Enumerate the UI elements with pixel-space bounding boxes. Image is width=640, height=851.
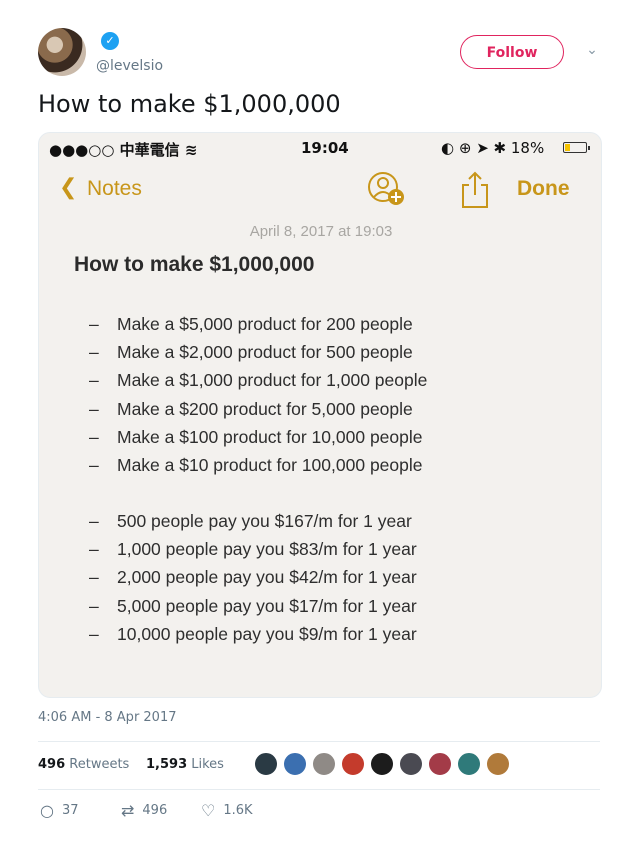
list-item: – Make a $2,000 product for 500 people	[89, 342, 413, 363]
note-date: April 8, 2017 at 19:03	[249, 223, 393, 240]
list-item: – Make a $200 product for 5,000 people	[89, 398, 413, 419]
likes-stat[interactable]: 1,593 Likes	[146, 757, 224, 772]
wifi-icon: ≋	[184, 141, 198, 159]
list-item: – Make a $100 product for 10,000 people	[89, 426, 423, 447]
divider	[38, 789, 600, 790]
avatar[interactable]	[254, 752, 278, 776]
carrier-signal: ●●●○○ 中華電信 ≋	[49, 141, 198, 159]
status-icons: ◐ ⊕ ➤ ✱ 18%	[441, 139, 545, 157]
list-item: – Make a $5,000 product for 200 people	[89, 314, 413, 334]
subscription-list: –500 people pay you $167/m for 1 year –1…	[89, 507, 569, 648]
reply-icon: ○	[40, 801, 54, 820]
avatar[interactable]	[370, 752, 394, 776]
retweet-button[interactable]: ⇄ 496	[121, 801, 167, 820]
reply-button[interactable]: ○ 37	[40, 801, 79, 820]
list-item: – Make a $1,000 product for 1,000 people	[89, 370, 428, 391]
avatar[interactable]	[486, 752, 510, 776]
battery-icon	[563, 142, 587, 153]
avatar[interactable]	[457, 752, 481, 776]
chevron-down-icon[interactable]: ⌄	[583, 42, 601, 60]
avatar[interactable]	[399, 752, 423, 776]
tweet-text: How to make $1,000,000	[38, 90, 341, 118]
tweet-timestamp[interactable]: 4:06 AM - 8 Apr 2017	[38, 710, 177, 725]
list-item: –5,000 people pay you $17/m for 1 year	[89, 595, 417, 616]
tweet-image[interactable]: ●●●○○ 中華電信 ≋ 19:04 ◐ ⊕ ➤ ✱ 18% ❮ Notes D…	[38, 132, 602, 698]
user-handle[interactable]: @levelsio	[96, 58, 163, 74]
verified-badge-icon: ✓	[101, 32, 119, 50]
avatar[interactable]	[341, 752, 365, 776]
share-icon	[462, 171, 488, 208]
add-person-icon	[368, 172, 404, 205]
retweet-icon: ⇄	[121, 801, 135, 820]
heart-icon: ♡	[201, 801, 216, 820]
retweets-stat[interactable]: 496 Retweets	[38, 757, 129, 772]
notes-back-button: Notes	[87, 177, 142, 200]
list-item: –2,000 people pay you $42/m for 1 year	[89, 567, 417, 588]
avatar[interactable]	[283, 752, 307, 776]
list-item: –1,000 people pay you $83/m for 1 year	[89, 539, 417, 560]
done-button: Done	[517, 177, 570, 200]
divider	[38, 741, 600, 742]
product-list: – Make a $5,000 product for 200 people – M…	[89, 310, 569, 479]
list-item: –10,000 people pay you $9/m for 1 year	[89, 623, 417, 644]
list-item: –500 people pay you $167/m for 1 year	[89, 511, 412, 531]
list-item: – Make a $10 product for 100,000 people	[89, 454, 423, 475]
note-title: How to make $1,000,000	[74, 253, 315, 276]
back-chevron-icon: ❮	[59, 175, 78, 200]
profile-avatar[interactable]	[38, 28, 86, 76]
avatar[interactable]	[312, 752, 336, 776]
avatar[interactable]	[428, 752, 452, 776]
likers-avatars[interactable]	[254, 752, 515, 778]
like-button[interactable]: ♡ 1.6K	[201, 801, 253, 820]
status-time: 19:04	[301, 139, 349, 157]
follow-button[interactable]: Follow	[460, 35, 564, 69]
